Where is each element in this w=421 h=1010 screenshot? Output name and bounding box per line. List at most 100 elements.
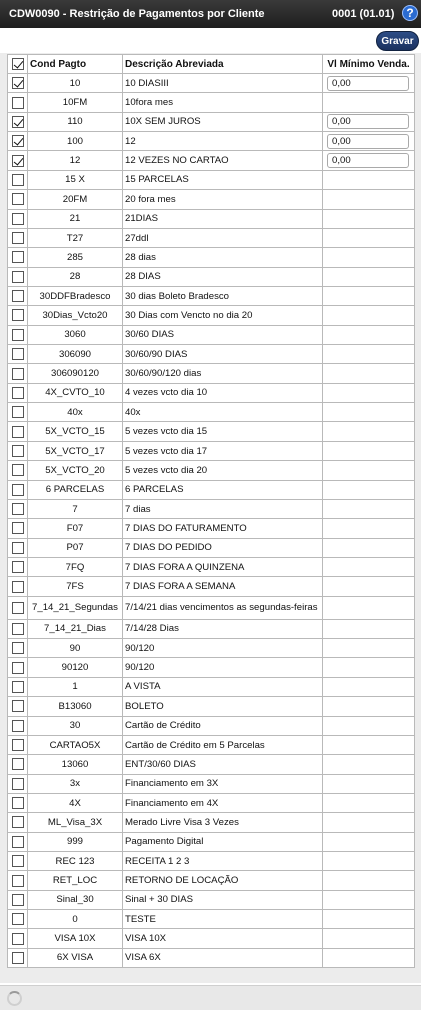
row-checkbox[interactable] (12, 503, 24, 516)
min-value-input[interactable]: 0,00 (327, 153, 409, 169)
row-checkbox[interactable] (12, 580, 24, 593)
table-row[interactable]: 5X_VCTO_15 5 vezes vcto dia 15 (7, 421, 415, 442)
column-header-code[interactable]: Cond Pagto (27, 54, 123, 74)
table-row[interactable]: 110 10X SEM JUROS 0,00 (7, 111, 415, 133)
row-checkbox[interactable] (12, 77, 24, 90)
table-row[interactable]: 21 21DIAS (7, 208, 415, 229)
row-checkbox[interactable] (12, 348, 24, 361)
row-checkbox[interactable] (12, 483, 24, 496)
table-row[interactable]: REC 123 RECEITA 1 2 3 (7, 851, 415, 872)
table-row[interactable]: 7_14_21_Dias 7/14/28 Dias (7, 618, 415, 640)
table-row[interactable]: 28 28 DIAS (7, 266, 415, 287)
table-row[interactable]: 30DDFBradesco 30 dias Boleto Bradesco (7, 285, 415, 307)
row-checkbox[interactable] (12, 464, 24, 477)
table-row[interactable]: 100 12 0,00 (7, 131, 415, 152)
table-row[interactable]: 1A VISTA (7, 676, 415, 698)
column-header-description[interactable]: Descrição Abreviada (122, 54, 323, 74)
table-row[interactable]: 40x 40x (7, 402, 415, 423)
table-row[interactable]: 285 28 dias (7, 247, 415, 268)
row-checkbox[interactable] (12, 561, 24, 574)
table-row[interactable]: CARTAO5X Cartão de Crédito em 5 Parcelas (7, 734, 415, 756)
column-header-min-value[interactable]: Vl Mínimo Venda. (322, 54, 415, 74)
row-checkbox[interactable] (12, 680, 24, 693)
table-row[interactable]: Sinal_30 Sinal + 30 DIAS (7, 889, 415, 911)
table-row[interactable]: 7FQ 7 DIAS FORA A QUINZENA (7, 556, 415, 578)
row-checkbox[interactable] (12, 797, 24, 810)
row-checkbox[interactable] (12, 951, 24, 964)
row-checkbox[interactable] (12, 661, 24, 674)
row-checkbox[interactable] (12, 758, 24, 771)
row-checkbox[interactable] (12, 232, 24, 245)
table-row[interactable]: 10FM 10fora mes (7, 92, 415, 113)
table-row[interactable]: 13060 ENT/30/60 DIAS (7, 754, 415, 775)
table-row[interactable]: 306090120 30/60/90/120 dias (7, 363, 415, 384)
row-checkbox[interactable] (12, 719, 24, 732)
table-row[interactable]: 4X Financiamento em 4X (7, 792, 415, 814)
table-row[interactable]: 3x Financiamento em 3X (7, 773, 415, 794)
table-row[interactable]: T27 27ddl (7, 227, 415, 249)
row-checkbox[interactable] (12, 212, 24, 225)
row-checkbox[interactable] (12, 874, 24, 887)
row-checkbox[interactable] (12, 522, 24, 535)
row-checkbox[interactable] (12, 835, 24, 848)
row-checkbox[interactable] (12, 739, 24, 752)
row-checkbox[interactable] (12, 445, 24, 457)
row-checkbox[interactable] (12, 601, 24, 614)
row-checkbox[interactable] (12, 777, 24, 790)
row-checkbox[interactable] (12, 386, 24, 399)
table-row[interactable]: 7FS 7 DIAS FORA A SEMANA (7, 576, 415, 597)
table-row[interactable]: 77 dias (7, 498, 415, 520)
question-circle-icon[interactable]: ? (402, 5, 418, 21)
row-checkbox[interactable] (12, 135, 24, 148)
table-row[interactable]: 90 90/120 (7, 638, 415, 659)
table-row[interactable]: 10 10 DIASIII 0,00 (7, 72, 415, 94)
row-checkbox[interactable] (12, 700, 24, 713)
min-value-input[interactable]: 0,00 (327, 114, 409, 130)
table-row[interactable]: 3060 30/60 DIAS (7, 324, 415, 346)
row-checkbox[interactable] (12, 541, 24, 554)
min-value-input[interactable]: 0,00 (327, 75, 409, 91)
table-row[interactable]: 20FM 20 fora mes (7, 189, 415, 210)
table-row[interactable]: 90120 90/120 (7, 657, 415, 678)
row-checkbox[interactable] (12, 290, 24, 303)
row-checkbox[interactable] (12, 913, 24, 926)
row-checkbox[interactable] (12, 193, 24, 206)
table-row[interactable]: 12 12 VEZES NO CARTAO 0,00 (7, 150, 415, 171)
row-checkbox[interactable] (12, 270, 24, 283)
row-checkbox[interactable] (12, 622, 24, 635)
row-checkbox[interactable] (12, 309, 24, 322)
table-row[interactable]: 5X_VCTO_20 5 vezes vcto dia 20 (7, 460, 415, 481)
row-checkbox[interactable] (12, 115, 24, 128)
select-all-checkbox[interactable] (12, 58, 24, 70)
min-value-input[interactable]: 0,00 (327, 133, 409, 149)
row-checkbox[interactable] (12, 251, 24, 264)
table-row[interactable]: 0 TESTE (7, 909, 415, 930)
row-checkbox[interactable] (12, 154, 24, 167)
table-row[interactable]: 7_14_21_Segundas 7/14/21 dias vencimentos… (7, 595, 415, 620)
row-checkbox[interactable] (12, 425, 24, 438)
row-checkbox[interactable] (12, 932, 24, 945)
table-row[interactable]: 6 PARCELAS 6 PARCELAS (7, 479, 415, 500)
row-checkbox[interactable] (12, 642, 24, 655)
table-row[interactable]: VISA 10X VISA 10X (7, 928, 415, 949)
save-button[interactable]: Gravar (376, 31, 419, 51)
row-checkbox[interactable] (12, 367, 24, 380)
table-row[interactable]: 5X_VCTO_17 5 vezes vcto dia 17 (7, 440, 415, 462)
row-checkbox[interactable] (12, 816, 24, 829)
row-checkbox[interactable] (12, 328, 24, 341)
table-row[interactable]: 4X_CVTO_10 4 vezes vcto dia 10 (7, 382, 415, 404)
table-row[interactable]: 6X VISA VISA 6X (7, 947, 415, 969)
row-checkbox[interactable] (12, 893, 24, 906)
table-row[interactable]: B13060 BOLETO (7, 696, 415, 717)
table-row[interactable]: 15 X 15 PARCELAS (7, 169, 415, 191)
table-row[interactable]: F07 7 DIAS DO FATURAMENTO (7, 518, 415, 539)
row-checkbox[interactable] (12, 96, 24, 109)
table-row[interactable]: 306090 30/60/90 DIAS (7, 344, 415, 365)
table-row[interactable]: 30 Cartão de Crédito (7, 715, 415, 736)
table-row[interactable]: RET_LOC RETORNO DE LOCAÇÃO (7, 870, 415, 891)
row-checkbox[interactable] (12, 406, 24, 419)
table-row[interactable]: 30Dias_Vcto20 30 Dias com Vencto no dia 2… (7, 305, 415, 326)
row-checkbox[interactable] (12, 855, 24, 868)
row-checkbox[interactable] (12, 173, 24, 186)
table-row[interactable]: ML_Visa_3X Merado Livre Visa 3 Vezes (7, 812, 415, 833)
